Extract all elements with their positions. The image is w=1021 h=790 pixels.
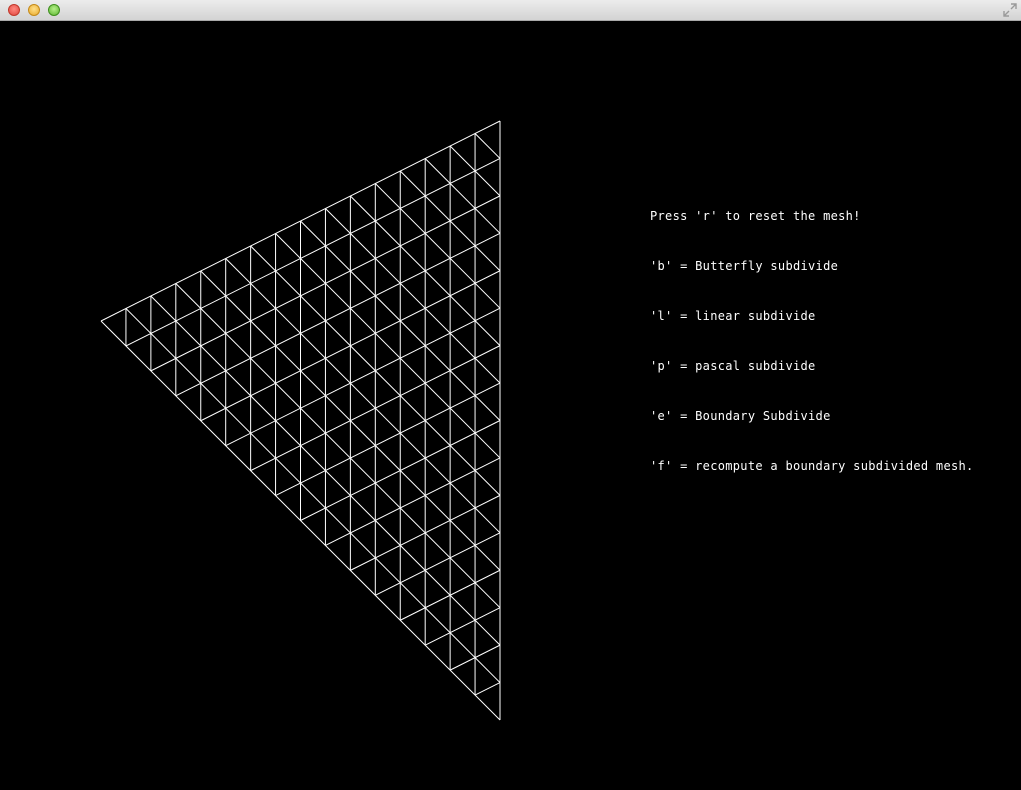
mesh-edge [325, 208, 501, 384]
instructions-panel: Press 'r' to reset the mesh! 'b' = Butte… [650, 21, 973, 473]
zoom-icon[interactable] [48, 4, 60, 16]
instruction-pascal: 'p' = pascal subdivide [650, 359, 816, 373]
title-bar[interactable] [0, 0, 1021, 21]
instruction-boundary: 'e' = Boundary Subdivide [650, 409, 831, 423]
mesh-edge [375, 532, 501, 596]
mesh-edge [325, 457, 501, 546]
mesh-edge [275, 233, 501, 459]
fullscreen-icon[interactable] [1003, 3, 1017, 17]
mesh-edge [474, 682, 501, 696]
mesh-edge [374, 183, 501, 309]
mesh-edge [225, 307, 501, 447]
instruction-butterfly: 'b' = Butterfly subdivide [650, 259, 839, 273]
mesh-edge [474, 133, 501, 159]
gl-canvas[interactable]: Press 'r' to reset the mesh! 'b' = Butte… [0, 21, 1021, 790]
close-icon[interactable] [8, 4, 20, 16]
instruction-recompute: 'f' = recompute a boundary subdivided me… [650, 459, 974, 473]
mesh-edge [275, 382, 501, 497]
instruction-linear: 'l' = linear subdivide [650, 309, 816, 323]
mesh-edge [225, 258, 501, 534]
app-window: Press 'r' to reset the mesh! 'b' = Butte… [0, 0, 1021, 790]
triangle-mesh [100, 120, 501, 721]
instruction-reset: Press 'r' to reset the mesh! [650, 209, 861, 223]
mesh-edge [424, 158, 501, 234]
mesh-edge [424, 607, 501, 646]
minimize-icon[interactable] [28, 4, 40, 16]
